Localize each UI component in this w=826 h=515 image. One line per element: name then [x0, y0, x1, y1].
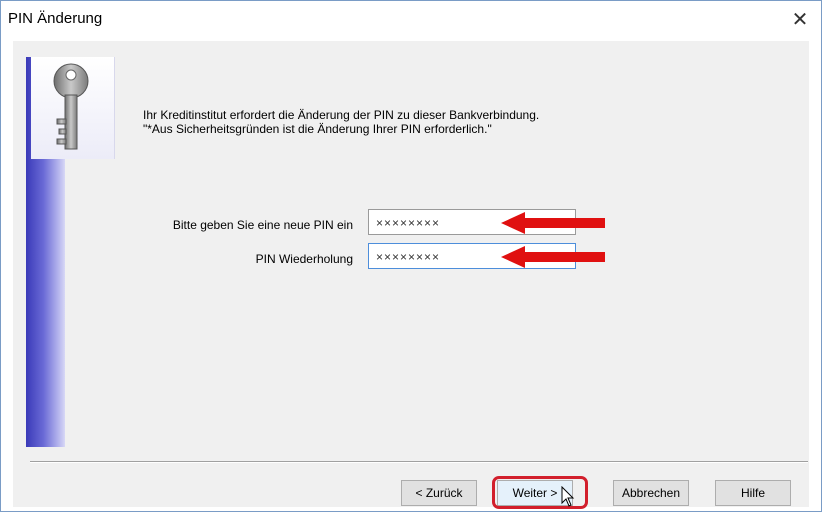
- info-message: Ihr Kreditinstitut erfordert die Änderun…: [143, 108, 539, 136]
- key-icon: [53, 63, 89, 150]
- help-button[interactable]: Hilfe: [715, 480, 791, 506]
- button-separator: [30, 461, 808, 463]
- close-icon[interactable]: ✕: [785, 7, 815, 33]
- repeat-pin-label: PIN Wiederholung: [255, 252, 353, 266]
- title-bar: PIN Änderung ✕: [1, 1, 821, 41]
- cancel-button[interactable]: Abbrechen: [613, 480, 689, 506]
- dialog-content: Ihr Kreditinstitut erfordert die Änderun…: [13, 41, 809, 509]
- window-title: PIN Änderung: [8, 10, 103, 27]
- message-line-2: "*Aus Sicherheitsgründen ist die Änderun…: [143, 122, 492, 136]
- mouse-cursor-icon: [561, 486, 575, 507]
- message-line-1: Ihr Kreditinstitut erfordert die Änderun…: [143, 108, 540, 122]
- pin-change-dialog: PIN Änderung ✕ Ihr Kreditinstitut erford…: [0, 0, 822, 512]
- new-pin-label: Bitte geben Sie eine neue PIN ein: [172, 218, 353, 232]
- arrow-icon: [501, 246, 605, 268]
- key-image-tile: [31, 57, 115, 159]
- arrow-icon: [501, 212, 605, 234]
- back-button[interactable]: < Zurück: [401, 480, 477, 506]
